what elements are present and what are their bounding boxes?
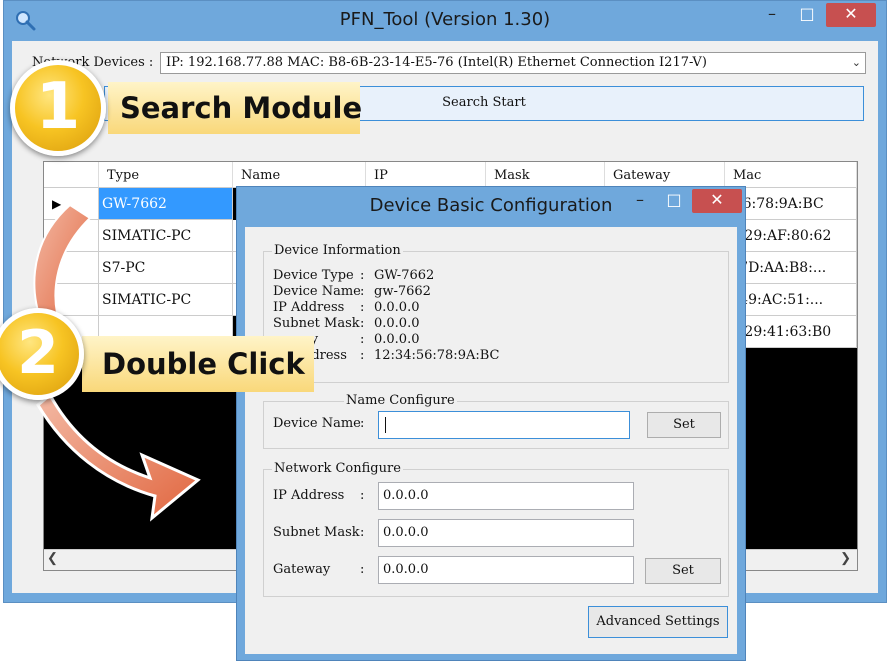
info-value-device-type: GW-7662 [374, 268, 435, 283]
name-configure-caption: Name Configure [344, 393, 457, 408]
network-configure-group: Network Configure IP Address : 0.0.0.0 S… [263, 461, 729, 597]
info-values: GW-7662 gw-7662 0.0.0.0 0.0.0.0 0.0.0.0 … [374, 268, 499, 364]
network-configure-caption: Network Configure [272, 461, 403, 476]
ip-address-input[interactable]: 0.0.0.0 [378, 482, 634, 510]
name-configure-group: Name Configure Device Name : Set [263, 393, 729, 449]
device-name-label: Device Name [273, 416, 361, 431]
info-value-device-name: gw-7662 [374, 284, 431, 299]
dialog-minimize-button[interactable]: – [625, 189, 655, 213]
info-value-gateway: 0.0.0.0 [374, 332, 420, 347]
info-value-subnet-mask: 0.0.0.0 [374, 316, 420, 331]
advanced-settings-button[interactable]: Advanced Settings [588, 606, 728, 638]
ip-address-label: IP Address [273, 488, 345, 503]
device-information-caption: Device Information [272, 243, 403, 258]
info-label-device-name: Device Name [273, 284, 361, 299]
info-colons: :::::: [360, 268, 365, 363]
dialog-maximize-button[interactable]: □ [659, 189, 689, 213]
device-information-group: Device Information Device Type Device Na… [263, 243, 729, 383]
double-click-callout: Double Click [82, 336, 314, 392]
step-1-badge: 1 [10, 60, 106, 156]
name-set-button[interactable]: Set [647, 412, 721, 438]
text-caret [385, 417, 386, 433]
info-label-subnet-mask: Subnet Mask [273, 316, 360, 331]
gateway-input[interactable]: 0.0.0.0 [378, 556, 634, 584]
info-label-device-type: Device Type [273, 268, 354, 283]
info-value-mac-address: 12:34:56:78:9A:BC [374, 348, 500, 363]
gateway-label: Gateway [273, 562, 331, 577]
device-name-input[interactable] [378, 411, 630, 439]
dialog-client-area: Device Information Device Type Device Na… [245, 227, 737, 654]
dialog-close-button[interactable]: ✕ [692, 189, 742, 213]
subnet-mask-label: Subnet Mask [273, 525, 360, 540]
info-value-ip-address: 0.0.0.0 [374, 300, 420, 315]
network-set-button[interactable]: Set [645, 558, 721, 584]
subnet-mask-input[interactable]: 0.0.0.0 [378, 519, 634, 547]
info-label-ip-address: IP Address [273, 300, 345, 315]
search-module-callout: Search Module [108, 82, 362, 134]
device-config-dialog: Device Basic Configuration – □ ✕ Device … [236, 186, 746, 661]
